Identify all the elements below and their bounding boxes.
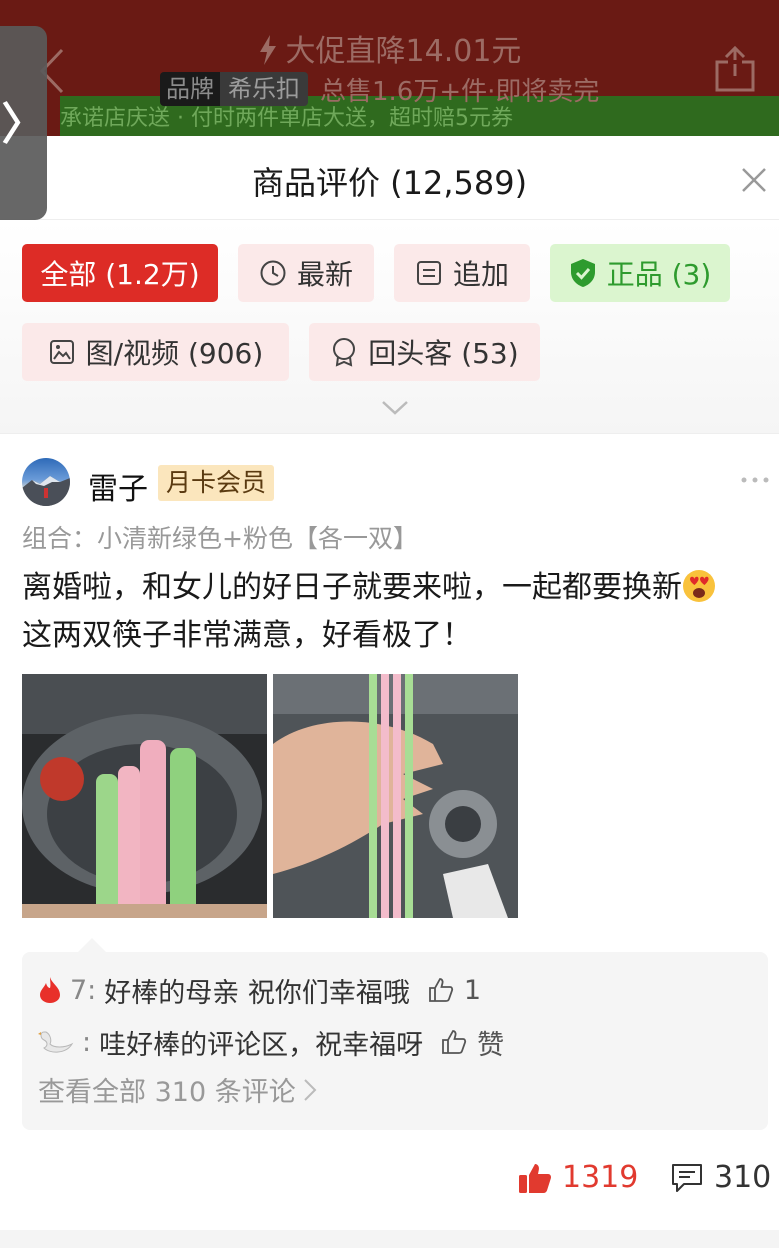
image-icon xyxy=(49,340,74,364)
flame-icon xyxy=(40,977,60,1003)
side-drawer-handle[interactable]: 〉 xyxy=(0,26,47,220)
filter-followup-label: 追加 xyxy=(452,258,509,291)
filter-chips: 全部 (1.2万) 最新 追加 正品 (3) 图/视频 (906) 回头客 (5… xyxy=(0,221,779,433)
sub-comment-like[interactable]: 赞 xyxy=(441,1023,504,1062)
reviews-sheet: 商品评价 (12,589) 全部 (1.2万) 最新 追加 正品 (3) 图/视… xyxy=(0,136,779,1248)
filter-genuine-label: 正品 (3) xyxy=(606,258,712,291)
sub-comment-text: 好棒的母亲 祝你们幸福哦 xyxy=(104,977,410,1009)
filter-returning[interactable]: 回头客 (53) xyxy=(309,323,540,381)
clock-icon xyxy=(260,260,286,286)
member-badge: 月卡会员 xyxy=(158,465,275,501)
view-all-comments-link[interactable]: 查看全部 310 条评论 xyxy=(38,1070,318,1109)
swan-icon xyxy=(38,1031,74,1053)
chevron-right-icon xyxy=(303,1078,317,1101)
lightning-icon xyxy=(259,35,276,65)
sub-comment-user: 7: xyxy=(70,974,97,1006)
filter-latest-label: 最新 xyxy=(296,258,353,291)
review-photo-2[interactable] xyxy=(273,674,518,918)
sub-comment-text: 哇好棒的评论区，祝幸福呀 xyxy=(99,1029,424,1061)
sub-comment[interactable]: 7: 好棒的母亲 祝你们幸福哦 1 xyxy=(38,970,481,1010)
separator xyxy=(0,1230,779,1248)
view-all-label: 查看全部 310 条评论 xyxy=(38,1077,296,1108)
list-icon xyxy=(416,261,441,285)
product-header-banner: 承诺店庆送 · 付时两件单店大送，超时赔5元券 大促直降14.01元 品牌 希乐… xyxy=(0,0,779,136)
shield-check-icon xyxy=(570,259,595,287)
divider xyxy=(0,433,779,434)
review-photo-1[interactable] xyxy=(22,674,267,918)
review-text-line1: 离婚啦，和女儿的好日子就要来啦，一起都要换新 xyxy=(22,570,682,605)
reviewer-name[interactable]: 雷子 xyxy=(88,464,148,508)
close-icon[interactable] xyxy=(740,166,768,194)
chevron-down-icon[interactable] xyxy=(380,399,410,417)
promo-text: 大促直降14.01元 xyxy=(285,34,522,69)
thumbs-up-icon xyxy=(428,978,453,1002)
sub-comments: 7: 好棒的母亲 祝你们幸福哦 1 : 哇好棒的评论区，祝幸福呀 赞 查看全部 … xyxy=(22,938,768,1130)
avatar[interactable] xyxy=(22,458,70,506)
sub-comment[interactable]: : 哇好棒的评论区，祝幸福呀 赞 xyxy=(38,1022,504,1062)
filter-followup[interactable]: 追加 xyxy=(394,244,530,302)
brand-line: 品牌 希乐扣 总售1.6万+件·即将卖完 xyxy=(160,72,600,107)
sub-comment-like-count: 赞 xyxy=(477,1029,505,1061)
thumbs-up-icon xyxy=(442,1030,467,1054)
filter-media-label: 图/视频 (906) xyxy=(85,337,264,370)
badge-icon xyxy=(333,338,356,367)
sheet-header: 商品评价 (12,589) xyxy=(0,136,779,220)
review-text-line2: 这两双筷子非常满意，好看极了！ xyxy=(22,618,472,653)
comment-button[interactable]: 310 xyxy=(670,1160,771,1195)
sales-text: 总售1.6万+件·即将卖完 xyxy=(320,76,600,107)
comment-count: 310 xyxy=(714,1160,772,1195)
like-button[interactable]: 1319 xyxy=(518,1160,638,1195)
thumbs-up-filled-icon xyxy=(519,1163,552,1193)
promo-banner: 大促直降14.01元 xyxy=(0,26,779,70)
product-variant: 组合：小清新绿色+粉色【各一双】 xyxy=(22,524,418,553)
sub-comment-like[interactable]: 1 xyxy=(428,975,481,1006)
sub-comment-user: : xyxy=(82,1026,92,1058)
chevron-right-icon: 〉 xyxy=(1,99,46,150)
chopsticks-photo-2 xyxy=(273,674,518,918)
brand-tag[interactable]: 品牌 希乐扣 xyxy=(160,72,308,106)
comment-icon xyxy=(672,1163,702,1192)
sub-comment-like-count: 1 xyxy=(463,974,482,1006)
more-options-icon[interactable] xyxy=(740,470,770,490)
filter-latest[interactable]: 最新 xyxy=(238,244,374,302)
filter-all-label: 全部 (1.2万) xyxy=(40,258,200,291)
filter-genuine[interactable]: 正品 (3) xyxy=(550,244,730,302)
brand-name: 希乐扣 xyxy=(220,72,308,106)
heart-eyes-emoji xyxy=(683,570,715,602)
chopsticks-photo-1 xyxy=(22,674,267,918)
avatar-landscape xyxy=(22,476,70,506)
filter-all[interactable]: 全部 (1.2万) xyxy=(22,244,218,302)
sheet-title: 商品评价 (12,589) xyxy=(251,164,528,202)
filter-returning-label: 回头客 (53) xyxy=(368,337,519,370)
share-icon[interactable] xyxy=(714,46,756,92)
like-count: 1319 xyxy=(562,1160,639,1195)
review-text[interactable]: 离婚啦，和女儿的好日子就要来啦，一起都要换新 这两双筷子非常满意，好看极了！ xyxy=(22,564,762,660)
brand-label: 品牌 xyxy=(160,72,220,106)
filter-media[interactable]: 图/视频 (906) xyxy=(22,323,289,381)
